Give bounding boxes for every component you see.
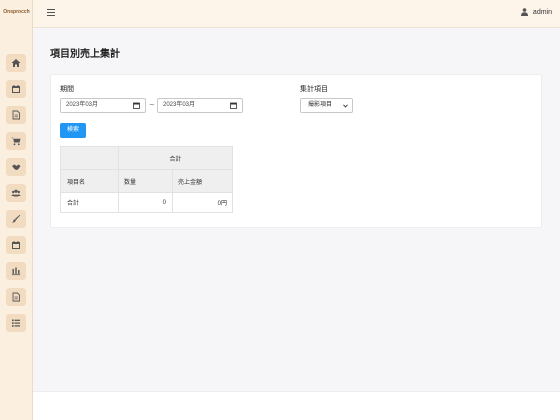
user-icon [520,8,528,16]
sidebar: Onsprocch [0,0,33,420]
calendar-icon [133,102,140,109]
date-from-input[interactable]: 2023年03月 [60,98,146,113]
chevron-down-icon [343,104,348,108]
main-content: 項目別売上集計 期間 2023年03月 ~ 2023年03月 集計項目 撮影項目… [33,29,560,391]
calendar-icon [230,102,237,109]
table-header-item: 項目名 [60,169,119,193]
filter-card: 期間 2023年03月 ~ 2023年03月 集計項目 撮影項目 検索 合計 項… [50,74,542,228]
table-header-empty [60,146,119,170]
aggregation-select[interactable]: 撮影項目 [300,98,353,113]
table-header-quantity: 数量 [118,169,173,193]
sidebar-item-chart[interactable] [6,262,26,280]
table-cell-sales: 0円 [172,192,233,213]
menu-toggle-icon[interactable] [47,9,55,17]
sidebar-item-handshake[interactable] [6,158,26,176]
sidebar-item-calendar-2[interactable] [6,236,26,254]
user-name: admin [532,8,552,16]
app-logo[interactable]: Onsprocch [0,9,33,15]
calendar-icon [12,241,20,249]
home-icon [11,59,21,67]
search-button[interactable]: 検索 [60,123,86,138]
sidebar-item-brush[interactable] [6,210,26,228]
sidebar-item-document-2[interactable] [6,288,26,306]
sidebar-item-list[interactable] [6,314,26,332]
report-table: 合計 項目名 数量 売上金額 合計 0 0円 [60,146,233,213]
cart-icon [11,137,21,146]
page-title: 項目別売上集計 [50,49,120,60]
chart-icon [11,267,21,276]
date-separator: ~ [149,101,155,109]
document-icon [12,292,20,302]
period-label: 期間 [60,86,74,93]
calendar-icon [12,85,20,93]
sidebar-item-home[interactable] [6,54,26,72]
aggregation-value: 撮影項目 [308,102,333,108]
table-cell-quantity: 0 [118,192,173,213]
aggregation-label: 集計項目 [300,86,328,93]
handshake-icon [12,164,21,170]
date-to-value: 2023年03月 [163,102,196,108]
date-from-value: 2023年03月 [66,102,99,108]
date-to-input[interactable]: 2023年03月 [157,98,243,113]
brush-icon [12,214,21,223]
table-cell-item: 合計 [60,192,119,213]
top-bar: admin [33,0,560,28]
users-icon [11,189,21,197]
table-row: 合計 0 0円 [60,192,233,213]
table-group-header: 合計 [118,146,233,170]
sidebar-item-users[interactable] [6,184,26,202]
sidebar-item-document[interactable] [6,106,26,124]
footer [33,391,560,420]
user-menu[interactable]: admin [520,8,552,16]
sidebar-item-calendar[interactable] [6,80,26,98]
table-header-sales: 売上金額 [172,169,233,193]
list-icon [12,319,20,327]
document-icon [12,110,20,120]
sidebar-item-cart[interactable] [6,132,26,150]
